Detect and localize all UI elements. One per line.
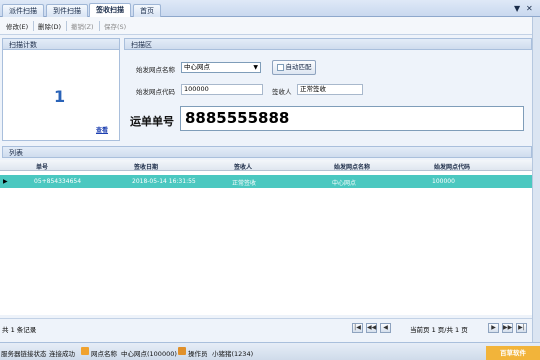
- auto-match-button[interactable]: 自动匹配: [272, 60, 316, 75]
- view-link[interactable]: 查看: [96, 125, 108, 134]
- undo-button[interactable]: 撤销(Z): [71, 21, 94, 31]
- table-cell: 100000: [432, 178, 455, 185]
- origin-name-select[interactable]: 中心网点 ▼: [181, 62, 261, 73]
- table-row[interactable]: ▶ 05+854334654 2018-05-14 16:31:55 正常签收 …: [0, 175, 532, 188]
- waybill-input[interactable]: 8885555888: [180, 106, 524, 131]
- operator-value: 小猪猪(1234): [212, 350, 254, 358]
- next-block-icon[interactable]: ▶▶: [502, 323, 513, 333]
- column-header[interactable]: 单号: [36, 162, 48, 171]
- toolbar-divider: [33, 21, 34, 31]
- tab-arrival-scan[interactable]: 到件扫描: [46, 4, 88, 17]
- table-cell: 05+854334654: [34, 178, 82, 185]
- origin-name-label: 始发网点名称: [136, 66, 175, 74]
- table-cell: 2018-05-14 16:31:55: [132, 178, 196, 185]
- auto-match-checkbox[interactable]: [277, 64, 284, 71]
- next-page-icon[interactable]: ▶: [488, 323, 499, 333]
- delete-button[interactable]: 删除(D): [38, 21, 61, 31]
- grid-body: [0, 171, 532, 315]
- column-header[interactable]: 始发网点代码: [434, 162, 470, 171]
- dropdown-arrow-icon[interactable]: ▼: [253, 63, 258, 72]
- page-info: 当前页 1 页/共 1 页: [410, 326, 468, 334]
- waybill-label: 运单单号: [130, 115, 174, 128]
- list-panel-title: 列表: [9, 149, 23, 157]
- tab-strip: 派件扫描 到件扫描 签收扫描 首页 ▼ ✕: [0, 0, 540, 17]
- scrollbar[interactable]: [532, 17, 540, 342]
- chevron-down-icon[interactable]: ▼: [514, 4, 520, 13]
- edit-button[interactable]: 修改(E): [6, 21, 28, 31]
- list-panel-header: 列表: [2, 146, 532, 158]
- origin-name-value: 中心网点: [184, 63, 210, 71]
- column-header[interactable]: 签收人: [234, 162, 252, 171]
- prev-block-icon[interactable]: ◀◀: [366, 323, 377, 333]
- operator-icon: [178, 347, 186, 355]
- count-panel-title: 扫描计数: [9, 41, 37, 49]
- server-status-label: 服务器链接状态: [1, 350, 47, 358]
- record-count: 共 1 条记录: [2, 326, 37, 334]
- status-bar: 服务器链接状态 连接成功 网点名称 中心网点(100000) 操作员 小猪猪(1…: [0, 342, 540, 360]
- pager: 共 1 条记录 |◀ ◀◀ ◀ 当前页 1 页/共 1 页 ▶ ▶▶ ▶|: [0, 318, 532, 336]
- site-icon: [81, 347, 89, 355]
- last-page-icon[interactable]: ▶|: [516, 323, 527, 333]
- origin-code-label: 始发网点代码: [136, 88, 175, 96]
- column-header[interactable]: 始发网点名称: [334, 162, 370, 171]
- server-status-value: 连接成功: [49, 350, 75, 358]
- table-cell: 中心网点: [332, 180, 357, 187]
- operator-label: 操作员: [188, 350, 208, 358]
- signer-label: 签收人: [272, 88, 292, 96]
- origin-code-field: 100000: [181, 84, 263, 95]
- count-panel-header: 扫描计数: [2, 38, 120, 50]
- scan-panel-title: 扫描区: [131, 41, 152, 49]
- grid-header: 单号 签收日期 签收人 始发网点名称 始发网点代码: [0, 160, 532, 171]
- table-cell: 正常签收: [232, 180, 257, 187]
- scan-count: 1: [54, 87, 66, 106]
- close-icon[interactable]: ✕: [526, 4, 533, 13]
- save-button[interactable]: 保存(S): [104, 21, 126, 31]
- toolbar-divider: [99, 21, 100, 31]
- signer-field[interactable]: 正常签收: [297, 84, 363, 95]
- scan-panel-header: 扫描区: [124, 38, 532, 50]
- tab-sign-scan[interactable]: 签收扫描: [89, 3, 131, 17]
- tab-dispatch-scan[interactable]: 派件扫描: [2, 4, 44, 17]
- row-indicator-icon: ▶: [3, 178, 8, 185]
- column-header[interactable]: 签收日期: [134, 162, 158, 171]
- first-page-icon[interactable]: |◀: [352, 323, 363, 333]
- brand-badge: 百草软件: [486, 346, 540, 360]
- site-value: 中心网点(100000): [121, 350, 177, 358]
- tab-home[interactable]: 首页: [133, 4, 161, 17]
- toolbar-divider: [66, 21, 67, 31]
- prev-page-icon[interactable]: ◀: [380, 323, 391, 333]
- toolbar: 修改(E) 删除(D) 撤销(Z) 保存(S): [0, 17, 540, 35]
- site-label: 网点名称: [91, 350, 117, 358]
